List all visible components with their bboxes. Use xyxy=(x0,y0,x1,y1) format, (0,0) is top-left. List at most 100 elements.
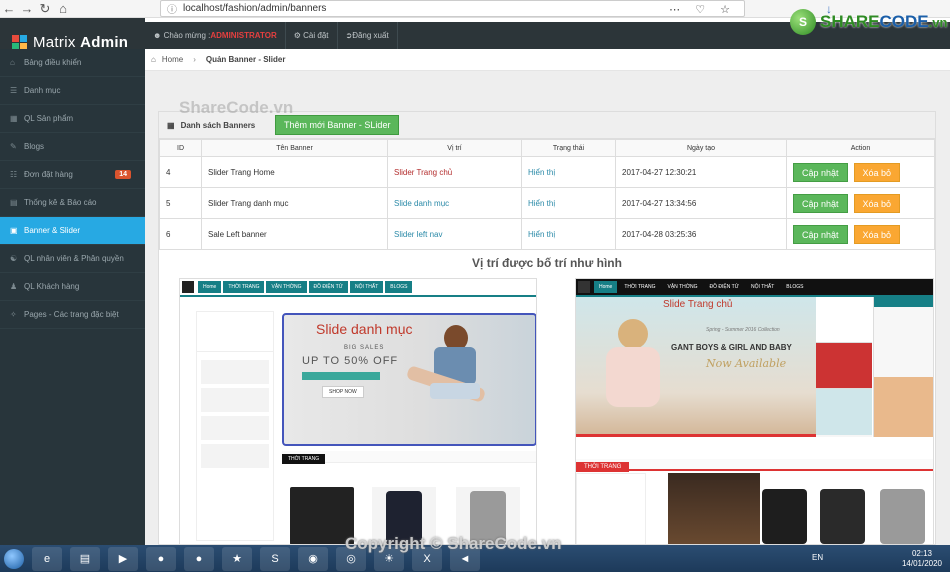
table-row: 4 Slider Trang Home Slider Trang chủ Hiể… xyxy=(159,156,935,188)
sidebar-item-customers[interactable]: ♟ QL Khách hàng xyxy=(0,273,145,301)
page-actions-icon[interactable]: ⋯ ♡ ☆ xyxy=(669,3,736,16)
preview-nav-item: THỜI TRANG xyxy=(619,281,661,293)
delete-button[interactable]: Xóa bỏ xyxy=(853,162,901,182)
add-banner-button[interactable]: Thêm mới Banner - SLider xyxy=(275,115,400,135)
language-indicator[interactable]: EN xyxy=(812,553,823,562)
delete-button[interactable]: Xóa bỏ xyxy=(853,224,901,244)
col-header: Ngày tạo xyxy=(615,139,787,157)
app-icon[interactable]: ★ xyxy=(222,546,252,571)
update-button[interactable]: Cập nhật xyxy=(793,193,848,213)
sharecode-logo: S SHARECODE.vn xyxy=(790,4,950,40)
gear-icon: ⚙ xyxy=(293,31,304,40)
cell-position: Slider Trang chủ xyxy=(387,156,522,188)
col-header: Trạng thái xyxy=(521,139,616,157)
fashion-section-bar: THỜI TRANG xyxy=(576,459,933,472)
cell-action: Cập nhật Xóa bỏ xyxy=(786,156,935,188)
back-icon[interactable]: ← xyxy=(0,0,18,18)
forward-icon[interactable]: → xyxy=(18,0,36,18)
brand-suffix: .vn xyxy=(928,15,948,30)
clock-date: 14/01/2020 xyxy=(901,559,942,568)
start-button[interactable] xyxy=(0,545,28,572)
app-icon[interactable]: ● xyxy=(146,546,176,571)
shop-now-button: SHOP NOW xyxy=(322,386,364,398)
breadcrumb: ⌂ Home › Quản Banner - Slider xyxy=(145,49,950,71)
update-button[interactable]: Cập nhật xyxy=(793,162,848,182)
firefox-icon[interactable]: ● xyxy=(184,546,214,571)
reload-icon[interactable]: ↻ xyxy=(36,0,54,18)
list-icon: ☰ xyxy=(10,86,18,95)
sidebar-item-banners[interactable]: ▣ Banner & Slider xyxy=(0,217,145,245)
sidebar-item-staff[interactable]: ☯ QL nhân viên & Phân quyền xyxy=(0,245,145,273)
home-icon[interactable]: ⌂ xyxy=(54,0,72,18)
sidebar-item-orders[interactable]: ☷ Đơn đặt hàng 14 xyxy=(0,161,145,189)
preview-side-panel xyxy=(196,311,274,541)
update-button[interactable]: Cập nhật xyxy=(793,224,848,244)
ie-icon[interactable]: e xyxy=(32,546,62,571)
orders-badge: 14 xyxy=(115,170,131,179)
cell-action: Cập nhật Xóa bỏ xyxy=(786,187,935,219)
media-player-icon[interactable]: ▶ xyxy=(108,546,138,571)
big-sales-text: BIG SALES xyxy=(344,345,385,351)
col-header: Action xyxy=(786,139,935,157)
girl-figure xyxy=(598,317,668,434)
top-nav: ☻ Chào mừng : ADMINISTRATOR ⚙ Cài đặt ➲ … xyxy=(145,22,398,49)
side-banners xyxy=(816,297,872,437)
cell-name: Sale Left banner xyxy=(201,218,388,250)
image-icon: ▣ xyxy=(10,226,18,235)
category-slide: Slide danh mục BIG SALES UP TO 50% OFF S… xyxy=(282,313,536,446)
preview-nav: Home THỜI TRANG VẬN THỜNG ĐỒ ĐIỆN TỬ NỘI… xyxy=(180,279,536,297)
user-menu[interactable]: ☻ Chào mừng : ADMINISTRATOR xyxy=(145,22,286,49)
slide-label: Slide Trang chủ xyxy=(663,299,733,310)
cell-name: Slider Trang danh mục xyxy=(201,187,388,219)
preview-nav-item: VẬN THỜNG xyxy=(662,281,703,293)
category-page-preview: Home THỜI TRANG VẬN THỜNG ĐỒ ĐIỆN TỬ NỘI… xyxy=(179,278,537,545)
sidebar-item-blogs[interactable]: ✎ Blogs xyxy=(0,133,145,161)
logout-link[interactable]: ➲ Đăng xuất xyxy=(338,22,398,49)
cell-id: 4 xyxy=(159,156,202,188)
cell-status: Hiển thị xyxy=(521,218,616,250)
settings-label: Cài đặt xyxy=(303,31,329,40)
sidebar-item-dashboard[interactable]: ⌂ Bảng điều khiển xyxy=(0,49,145,77)
greet-label: Chào mừng : xyxy=(163,31,211,40)
menu-icon xyxy=(578,281,590,293)
record-icon[interactable]: ◉ xyxy=(298,546,328,571)
table-row: 6 Sale Left banner Slider left nav Hiển … xyxy=(159,218,935,250)
user-name: ADMINISTRATOR xyxy=(210,31,277,40)
url-bar[interactable]: ⓘ localhost/fashion/admin/banners ⋯ ♡ ☆ xyxy=(160,0,745,17)
sidebar-item-reports[interactable]: ▤ Thống kê & Báo cáo xyxy=(0,189,145,217)
panel-title: Danh sách Banners xyxy=(180,120,256,130)
sublime-icon[interactable]: S xyxy=(260,546,290,571)
sidebar-item-label: Blogs xyxy=(24,142,45,151)
home-icon: ⌂ xyxy=(10,58,15,67)
settings-link[interactable]: ⚙ Cài đặt xyxy=(286,22,338,49)
clock[interactable]: 02:13 14/01/2020 xyxy=(902,549,942,569)
preview-nav-item: BLOGS xyxy=(781,281,809,293)
cell-position: Slide danh mục xyxy=(387,187,522,219)
sidebar-item-products[interactable]: ▦ QL Sản phẩm xyxy=(0,105,145,133)
sidebar-item-pages[interactable]: ✧ Pages - Các trang đặc biệt xyxy=(0,301,145,329)
sidebar-item-label: QL Khách hàng xyxy=(24,282,80,291)
cell-date: 2017-04-28 03:25:36 xyxy=(615,218,787,250)
customer-icon: ♟ xyxy=(10,282,18,291)
home-slide: Slide Trang chủ Spring - Summer 2016 Col… xyxy=(576,297,816,437)
delete-button[interactable]: Xóa bỏ xyxy=(853,193,901,213)
info-icon: ⓘ xyxy=(167,5,177,16)
preview-nav-item: Home xyxy=(594,281,618,293)
section-title: Vị trí được bố trí như hình xyxy=(472,256,622,270)
sidebar-item-label: QL Sản phẩm xyxy=(24,114,74,123)
preview-nav-item: BLOGS xyxy=(385,281,413,293)
cell-status: Hiển thị xyxy=(521,156,616,188)
breadcrumb-home[interactable]: Home xyxy=(162,55,183,64)
sharecode-ball-icon: S xyxy=(790,9,816,35)
home-page-preview: Home THỜI TRANG VẬN THỜNG ĐỒ ĐIỆN TỬ NỘI… xyxy=(575,278,934,545)
users-icon: ☯ xyxy=(10,254,18,263)
table-row: 5 Slider Trang danh mục Slide danh mục H… xyxy=(159,187,935,219)
sidebar-item-label: Pages - Các trang đặc biệt xyxy=(24,310,119,319)
chart-icon: ▤ xyxy=(10,198,18,207)
cart-icon: ☷ xyxy=(10,170,18,179)
banners-table: ID Tên Banner Vị trí Trạng thái Ngày tạo… xyxy=(159,139,935,250)
model-figure xyxy=(404,317,494,444)
folder-icon[interactable]: ▤ xyxy=(70,546,100,571)
sidebar-item-categories[interactable]: ☰ Danh mục xyxy=(0,77,145,105)
col-header: Vị trí xyxy=(387,139,522,157)
